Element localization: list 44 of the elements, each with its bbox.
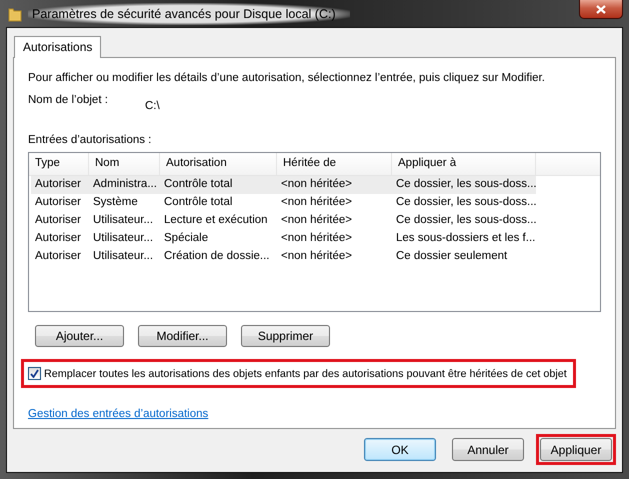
table-cell[interactable]: Spéciale — [160, 230, 277, 248]
table-cell[interactable]: Lecture et exécution — [160, 212, 277, 230]
table-cell[interactable]: Système — [89, 194, 160, 212]
entry-button[interactable]: Supprimer — [241, 325, 330, 347]
table-cell[interactable]: Ce dossier, les sous-doss... — [392, 176, 536, 194]
manage-entries-link[interactable]: Gestion des entrées d’autorisations — [28, 408, 208, 420]
table-cell[interactable]: Utilisateur... — [89, 248, 160, 266]
table-cell[interactable]: <non héritée> — [277, 230, 392, 248]
checkbox-label[interactable]: Remplacer toutes les autorisations des objets enfants par des autorisations pouvant être héritées de cet objet — [44, 368, 567, 380]
table-cell[interactable]: Autoriser — [31, 176, 89, 194]
table-cell[interactable]: Contrôle total — [160, 194, 277, 212]
column-header[interactable]: Appliquer à — [392, 153, 536, 175]
table-cell[interactable]: Création de dossie... — [160, 248, 277, 266]
instruction-text: Pour afficher ou modifier les détails d’une autorisation, sélectionnez l’entrée, puis cliquez sur Modifier. — [28, 72, 546, 84]
entry-button[interactable]: Modifier... — [138, 325, 227, 347]
column-header[interactable]: Héritée de — [277, 153, 392, 175]
table-cell[interactable]: Les sous-dossiers et les f... — [392, 230, 536, 248]
table-cell[interactable]: Ce dossier, les sous-doss... — [392, 194, 536, 212]
table-cell[interactable]: Utilisateur... — [89, 212, 160, 230]
table-cell[interactable]: Autoriser — [31, 194, 89, 212]
dialog-button[interactable]: OK — [364, 438, 436, 461]
object-name-label: Nom de l’objet : — [28, 94, 109, 108]
table-cell[interactable]: Autoriser — [31, 248, 89, 266]
column-header[interactable]: Nom — [89, 153, 160, 175]
entries-label: Entrées d’autorisations : — [28, 134, 152, 146]
table-cell[interactable]: <non héritée> — [277, 212, 392, 230]
entry-button[interactable]: Ajouter... — [35, 325, 124, 347]
table-cell[interactable]: Ce dossier seulement — [392, 248, 536, 266]
table-cell[interactable]: Autoriser — [31, 230, 89, 248]
table-cell[interactable]: Autoriser — [31, 212, 89, 230]
table-cell[interactable]: <non héritée> — [277, 176, 392, 194]
table-cell[interactable]: Contrôle total — [160, 176, 277, 194]
table-cell[interactable]: Utilisateur... — [89, 230, 160, 248]
tab[interactable]: Autorisations — [14, 36, 102, 58]
column-header[interactable]: Autorisation — [160, 153, 277, 175]
table-cell[interactable]: <non héritée> — [277, 248, 392, 266]
table-cell[interactable]: <non héritée> — [277, 194, 392, 212]
dialog-button[interactable]: Appliquer — [540, 438, 612, 461]
dialog-button[interactable]: Annuler — [452, 438, 524, 461]
column-header[interactable]: Type — [29, 153, 89, 175]
table-cell[interactable]: Administra... — [89, 176, 160, 194]
table-cell[interactable]: Ce dossier, les sous-doss... — [392, 212, 536, 230]
object-name-value: C:\ — [145, 100, 160, 112]
window-title: Paramètres de sécurité avancés pour Disque local (C:) — [28, 2, 350, 24]
